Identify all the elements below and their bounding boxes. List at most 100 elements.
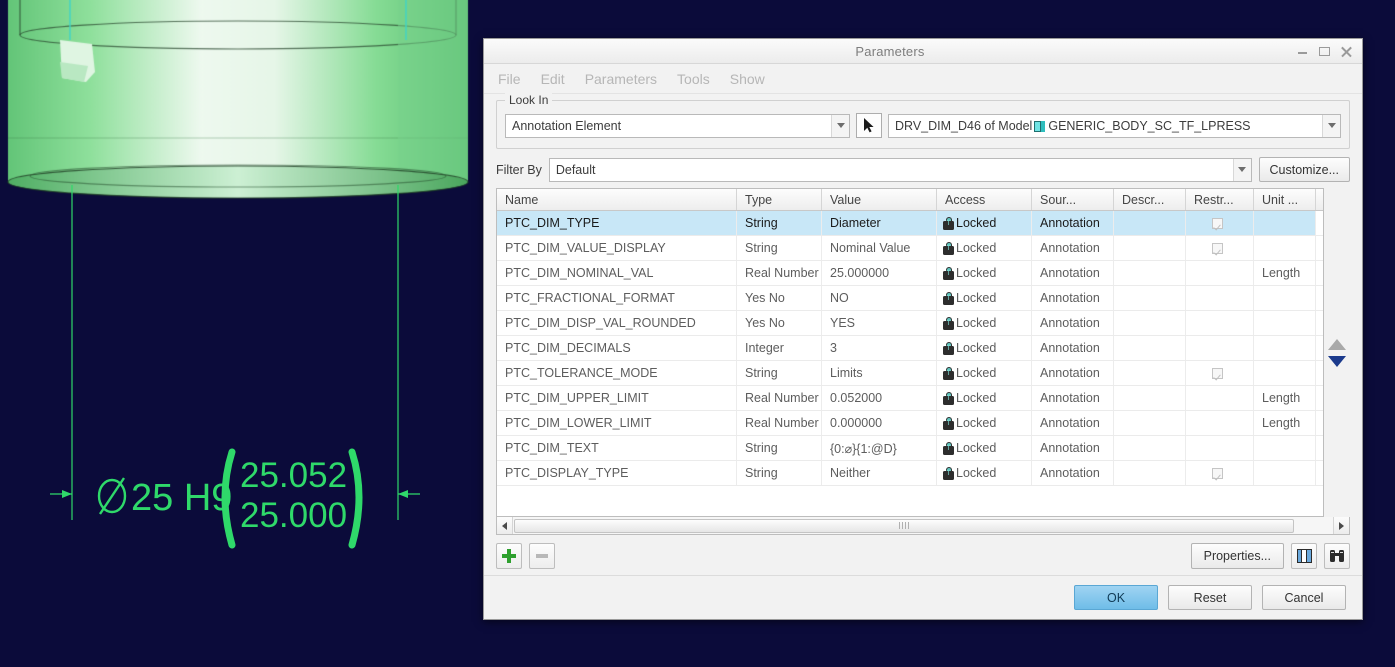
cell-source[interactable]: Annotation: [1032, 361, 1114, 385]
remove-parameter-button[interactable]: [529, 543, 555, 569]
menu-tools[interactable]: Tools: [677, 71, 710, 87]
cell-value[interactable]: 0.000000: [822, 411, 937, 435]
cell-access[interactable]: Locked: [937, 411, 1032, 435]
column-header-value[interactable]: Value: [822, 189, 937, 210]
cell-restr[interactable]: [1186, 311, 1254, 335]
cell-type[interactable]: String: [737, 236, 822, 260]
scroll-up-button[interactable]: [1328, 338, 1346, 350]
column-header-restr[interactable]: Restr...: [1186, 189, 1254, 210]
cell-name[interactable]: PTC_DIM_TYPE: [497, 211, 737, 235]
table-row[interactable]: PTC_FRACTIONAL_FORMATYes NoNO Locked Annot…: [497, 286, 1323, 311]
cell-type[interactable]: Yes No: [737, 286, 822, 310]
cell-name[interactable]: PTC_TOLERANCE_MODE: [497, 361, 737, 385]
scroll-right-button[interactable]: [1333, 517, 1349, 534]
menu-edit[interactable]: Edit: [541, 71, 565, 87]
cell-type[interactable]: String: [737, 436, 822, 460]
cell-type[interactable]: String: [737, 211, 822, 235]
cell-unit[interactable]: [1254, 336, 1316, 360]
table-row[interactable]: PTC_DIM_VALUE_DISPLAY String Nominal Value…: [497, 236, 1323, 261]
cell-source[interactable]: Annotation: [1032, 411, 1114, 435]
cell-unit[interactable]: [1254, 436, 1316, 460]
cell-source[interactable]: Annotation: [1032, 336, 1114, 360]
column-header-sour[interactable]: Sour...: [1032, 189, 1114, 210]
cell-value[interactable]: Neither: [822, 461, 937, 485]
cell-unit[interactable]: [1254, 361, 1316, 385]
cell-access[interactable]: Locked: [937, 211, 1032, 235]
cell-type[interactable]: Real Number: [737, 411, 822, 435]
cell-descr[interactable]: [1114, 261, 1186, 285]
cell-access[interactable]: Locked: [937, 386, 1032, 410]
cell-descr[interactable]: [1114, 461, 1186, 485]
table-row[interactable]: PTC_DIM_LOWER_LIMITReal Number0.000000 Lo…: [497, 411, 1323, 436]
cell-access[interactable]: Locked: [937, 336, 1032, 360]
restricted-checkbox[interactable]: [1212, 367, 1223, 379]
cell-restr[interactable]: [1186, 386, 1254, 410]
cell-unit[interactable]: Length: [1254, 411, 1316, 435]
cell-source[interactable]: Annotation: [1032, 386, 1114, 410]
reset-button[interactable]: Reset: [1168, 585, 1252, 610]
column-settings-button[interactable]: [1291, 543, 1317, 569]
cell-value[interactable]: Diameter: [822, 211, 937, 235]
cell-value[interactable]: 3: [822, 336, 937, 360]
maximize-button[interactable]: [1318, 45, 1331, 58]
cell-unit[interactable]: [1254, 236, 1316, 260]
cell-restr[interactable]: [1186, 436, 1254, 460]
cell-restr[interactable]: [1186, 286, 1254, 310]
cell-type[interactable]: Real Number: [737, 261, 822, 285]
scroll-down-button[interactable]: [1328, 355, 1346, 367]
cell-restr[interactable]: [1186, 411, 1254, 435]
cell-type[interactable]: String: [737, 461, 822, 485]
cell-name[interactable]: PTC_DIM_VALUE_DISPLAY: [497, 236, 737, 260]
cell-descr[interactable]: [1114, 386, 1186, 410]
cell-source[interactable]: Annotation: [1032, 286, 1114, 310]
cell-name[interactable]: PTC_FRACTIONAL_FORMAT: [497, 286, 737, 310]
menu-show[interactable]: Show: [730, 71, 765, 87]
cell-unit[interactable]: [1254, 211, 1316, 235]
restricted-checkbox[interactable]: [1212, 467, 1223, 479]
close-button[interactable]: [1340, 45, 1353, 58]
cell-name[interactable]: PTC_DIM_NOMINAL_VAL: [497, 261, 737, 285]
cell-source[interactable]: Annotation: [1032, 311, 1114, 335]
cell-access[interactable]: Locked: [937, 361, 1032, 385]
menu-file[interactable]: File: [498, 71, 521, 87]
table-row[interactable]: PTC_DIM_TYPEStringDiameter Locked Annotati…: [497, 211, 1323, 236]
cell-descr[interactable]: [1114, 311, 1186, 335]
column-header-unit[interactable]: Unit ...: [1254, 189, 1316, 210]
cell-type[interactable]: Yes No: [737, 311, 822, 335]
scrollbar-thumb[interactable]: [514, 518, 1294, 533]
lookin-type-select[interactable]: Annotation Element: [505, 113, 850, 138]
cell-value[interactable]: Nominal Value: [822, 236, 937, 260]
minimize-button[interactable]: [1296, 45, 1309, 58]
cell-descr[interactable]: [1114, 336, 1186, 360]
table-row[interactable]: PTC_TOLERANCE_MODEStringLimits Locked Anno…: [497, 361, 1323, 386]
cell-descr[interactable]: [1114, 236, 1186, 260]
table-row[interactable]: PTC_DIM_DISP_VAL_ROUNDEDYes NoYES Locked A…: [497, 311, 1323, 336]
column-header-name[interactable]: Name: [497, 189, 737, 210]
model-reference-select[interactable]: DRV_DIM_D46 of Model GENERIC_BODY_SC_TF_…: [888, 113, 1341, 138]
chevron-down-icon[interactable]: [831, 114, 849, 137]
restricted-checkbox[interactable]: [1212, 242, 1223, 254]
cell-descr[interactable]: [1114, 361, 1186, 385]
cell-descr[interactable]: [1114, 411, 1186, 435]
cell-unit[interactable]: Length: [1254, 386, 1316, 410]
cell-unit[interactable]: [1254, 311, 1316, 335]
cell-source[interactable]: Annotation: [1032, 211, 1114, 235]
cell-descr[interactable]: [1114, 436, 1186, 460]
cell-access[interactable]: Locked: [937, 436, 1032, 460]
cell-type[interactable]: Real Number: [737, 386, 822, 410]
cell-unit[interactable]: [1254, 461, 1316, 485]
properties-button[interactable]: Properties...: [1190, 543, 1284, 569]
table-row[interactable]: PTC_DIM_UPPER_LIMITReal Number0.052000 Lo…: [497, 386, 1323, 411]
cell-type[interactable]: Integer: [737, 336, 822, 360]
cell-value[interactable]: Limits: [822, 361, 937, 385]
cell-name[interactable]: PTC_DIM_DISP_VAL_ROUNDED: [497, 311, 737, 335]
table-row[interactable]: PTC_DISPLAY_TYPEStringNeither Locked Annot…: [497, 461, 1323, 486]
cell-restr[interactable]: [1186, 261, 1254, 285]
add-parameter-button[interactable]: [496, 543, 522, 569]
cell-source[interactable]: Annotation: [1032, 261, 1114, 285]
cancel-button[interactable]: Cancel: [1262, 585, 1346, 610]
chevron-down-icon[interactable]: [1322, 114, 1340, 137]
ok-button[interactable]: OK: [1074, 585, 1158, 610]
parameters-dialog[interactable]: Parameters File Edit Parameters Tools Sh…: [483, 38, 1363, 620]
cell-name[interactable]: PTC_DIM_TEXT: [497, 436, 737, 460]
